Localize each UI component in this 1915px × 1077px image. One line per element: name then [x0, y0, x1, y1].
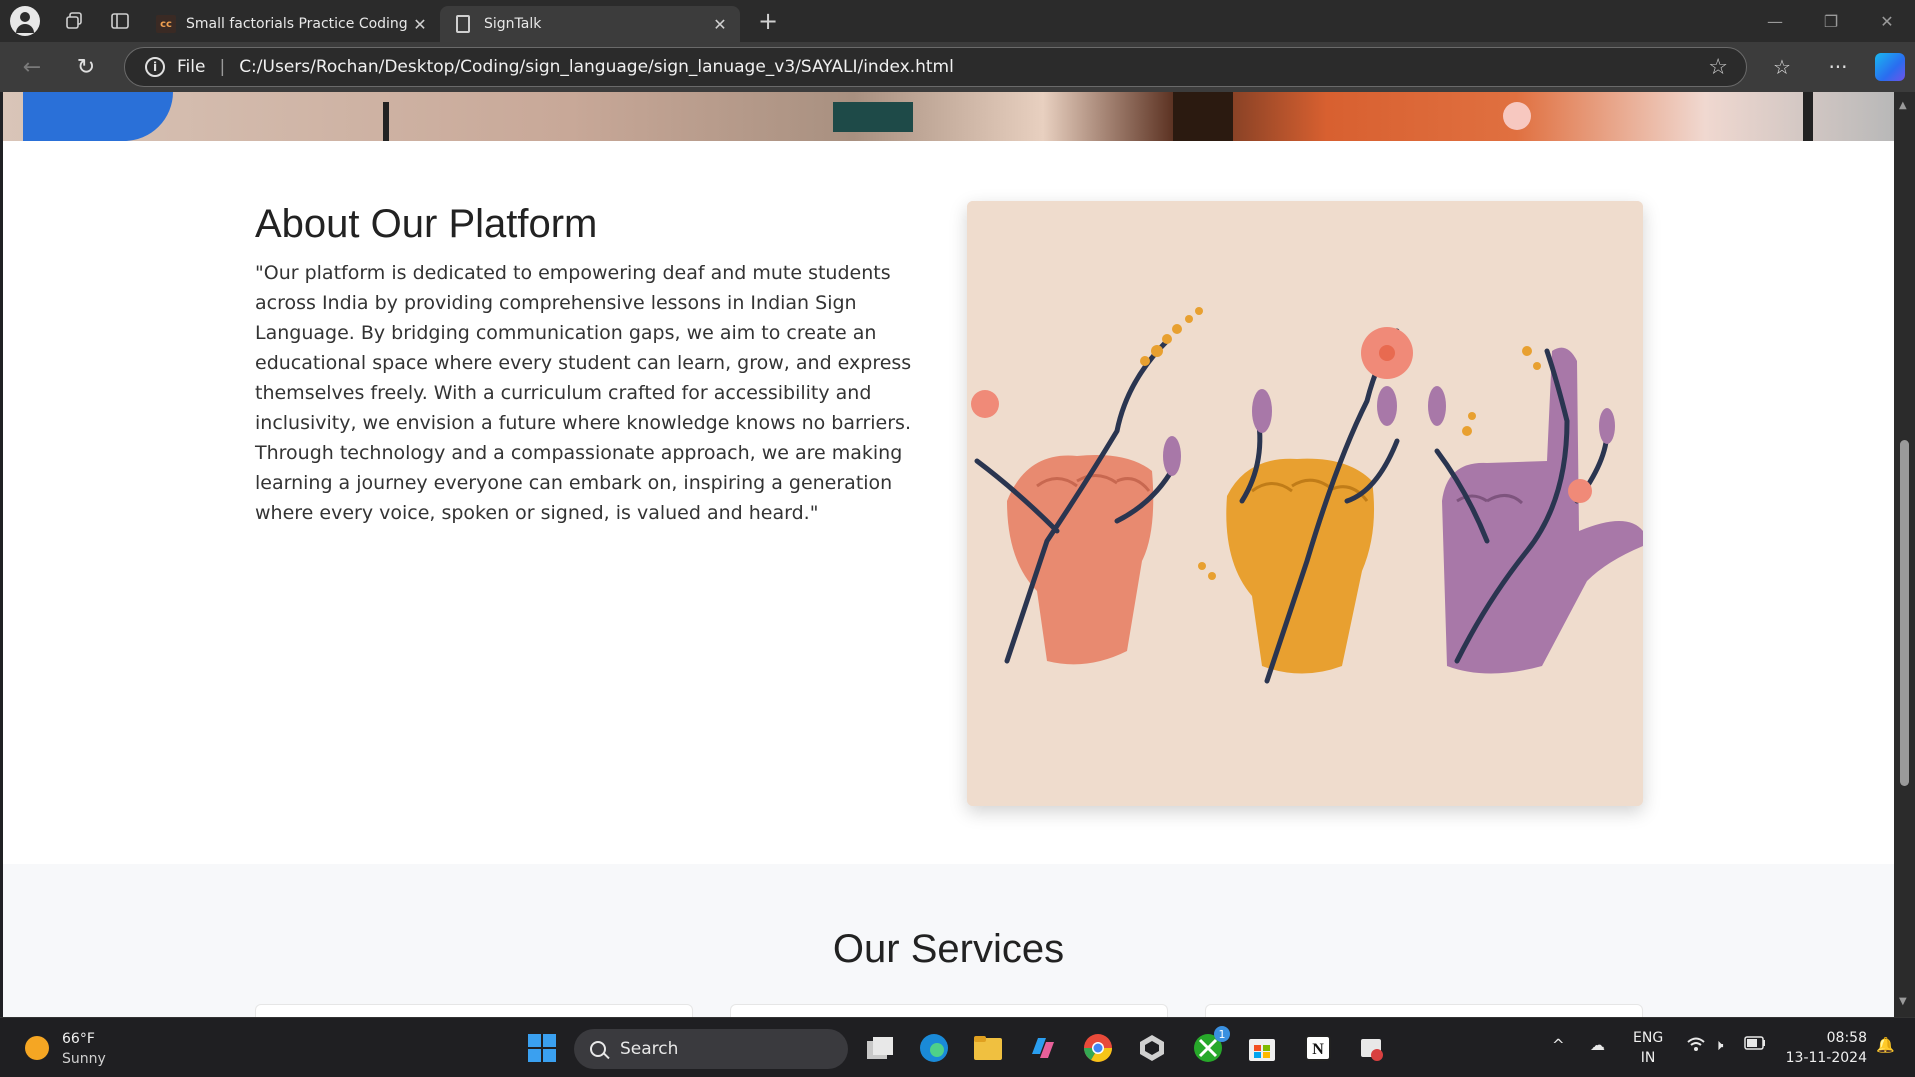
sun-icon[interactable]: [25, 1036, 49, 1060]
url-text[interactable]: C:/Users/Rochan/Desktop/Coding/sign_lang…: [239, 57, 954, 77]
weather-temperature[interactable]: 66°F: [62, 1031, 95, 1047]
site-info-icon[interactable]: i: [145, 57, 165, 77]
minimize-icon[interactable]: —: [1747, 0, 1803, 42]
tab-signtalk[interactable]: SignTalk ✕: [440, 6, 740, 42]
favorites-icon[interactable]: ☆: [1762, 47, 1802, 87]
search-placeholder: Search: [620, 1039, 679, 1059]
svg-text:N: N: [1312, 1041, 1324, 1058]
edge-browser-icon[interactable]: [916, 1030, 952, 1066]
weather-condition[interactable]: Sunny: [62, 1051, 106, 1067]
codechef-favicon: cc: [156, 15, 176, 33]
page-viewport: About Our Platform "Our platform is dedi…: [3, 92, 1894, 1017]
tab-codechef[interactable]: cc Small factorials Practice Coding P ✕: [146, 6, 440, 42]
taskbar-search-box[interactable]: Search: [574, 1029, 848, 1069]
clock-time: 08:58: [1826, 1030, 1867, 1046]
show-hidden-icons-icon[interactable]: ^: [1552, 1036, 1565, 1054]
workspaces-icon[interactable]: [54, 3, 94, 39]
language-indicator[interactable]: ENG IN: [1633, 1028, 1663, 1068]
close-window-icon[interactable]: ✕: [1859, 0, 1915, 42]
onedrive-cloud-icon[interactable]: ☁: [1590, 1036, 1605, 1054]
address-bar[interactable]: i File | C:/Users/Rochan/Desktop/Coding/…: [124, 47, 1747, 87]
scroll-down-arrow-icon[interactable]: ▼: [1899, 996, 1907, 1007]
battery-icon[interactable]: [1744, 1036, 1766, 1054]
scroll-thumb[interactable]: [1900, 440, 1909, 786]
service-card[interactable]: [255, 1004, 693, 1017]
new-tab-button[interactable]: +: [748, 7, 788, 35]
address-toolbar: ← ↻ i File | C:/Users/Rochan/Desktop/Cod…: [0, 42, 1915, 92]
task-view-icon[interactable]: [862, 1030, 898, 1066]
region-code: IN: [1640, 1050, 1656, 1066]
divider: |: [219, 57, 226, 77]
vertical-tabs-icon[interactable]: [100, 3, 140, 39]
notifications-bell-icon[interactable]: 🔔: [1876, 1036, 1895, 1054]
close-tab-icon[interactable]: ✕: [410, 15, 430, 34]
back-icon[interactable]: ←: [10, 47, 54, 87]
copilot-app-icon[interactable]: [1024, 1030, 1060, 1066]
notification-badge: 1: [1214, 1026, 1230, 1042]
service-card[interactable]: [1205, 1004, 1643, 1017]
xbox-icon[interactable]: 1: [1190, 1026, 1230, 1066]
browser-tab-bar: cc Small factorials Practice Coding P ✕ …: [0, 0, 1915, 42]
page-scrollbar[interactable]: ▲ ▼: [1894, 92, 1915, 1017]
reload-icon[interactable]: ↻: [64, 47, 108, 87]
windows-taskbar: 66°F Sunny Search 1 N ^ ☁ ENG IN 🕨 08:58…: [0, 1017, 1915, 1077]
about-description: "Our platform is dedicated to empowering…: [255, 262, 912, 524]
microsoft-store-icon[interactable]: [1244, 1030, 1280, 1066]
restore-icon[interactable]: ❐: [1803, 0, 1859, 42]
windows-start-icon[interactable]: [524, 1030, 560, 1066]
tab-title: SignTalk: [484, 16, 542, 32]
file-explorer-icon[interactable]: [970, 1030, 1006, 1066]
scroll-up-arrow-icon[interactable]: ▲: [1899, 100, 1907, 111]
notion-icon[interactable]: N: [1300, 1030, 1336, 1066]
favorite-star-icon[interactable]: ☆: [1708, 55, 1728, 80]
search-icon: [590, 1041, 606, 1057]
profile-avatar[interactable]: [10, 6, 40, 36]
hero-image-strip: [3, 92, 1894, 141]
clock-date: 13-11-2024: [1785, 1050, 1867, 1066]
unity-icon[interactable]: [1134, 1030, 1170, 1066]
language-code: ENG: [1633, 1030, 1664, 1046]
more-menu-icon[interactable]: ···: [1818, 47, 1858, 87]
service-card[interactable]: [730, 1004, 1168, 1017]
sign-language-hands-illustration: [967, 201, 1643, 806]
system-clock[interactable]: 08:58 13-11-2024: [1786, 1028, 1867, 1068]
volume-icon[interactable]: 🕨: [1714, 1036, 1723, 1054]
scheme-label: File: [177, 57, 206, 77]
doc-icon: [456, 15, 470, 33]
copilot-icon[interactable]: [1875, 53, 1905, 81]
tab-title: Small factorials Practice Coding P: [186, 16, 410, 32]
snipping-tool-icon[interactable]: [1354, 1030, 1390, 1066]
services-title: Our Services: [832, 927, 1065, 971]
about-title: About Our Platform: [255, 202, 598, 246]
chrome-icon[interactable]: [1080, 1030, 1116, 1066]
close-tab-icon[interactable]: ✕: [710, 15, 730, 34]
wifi-icon[interactable]: [1686, 1036, 1706, 1056]
